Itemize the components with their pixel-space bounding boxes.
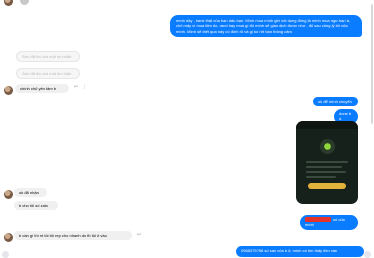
more-icon[interactable]: ⋮ bbox=[82, 84, 87, 90]
message-text: 0968375?58 số san của b ỏ, mình có tìm t… bbox=[241, 248, 338, 253]
success-icon bbox=[320, 139, 335, 154]
message-outgoing: mình dây , bank thật của bạn dấu bạn. Mì… bbox=[170, 15, 362, 37]
contact-avatar[interactable] bbox=[4, 233, 13, 242]
message-text: mình dây , bank thật của bạn dấu bạn. Mì… bbox=[176, 18, 351, 34]
message-text: chính chủ yên tâm b bbox=[20, 86, 57, 91]
message-text: Sơn đã thu hồi một tin nhắn bbox=[22, 54, 72, 59]
contact-avatar[interactable] bbox=[4, 86, 13, 95]
message-text: ok đã nhận bbox=[19, 190, 39, 195]
screenshot-line bbox=[306, 176, 336, 178]
message-text: b cần gì thì nt tôi tôi rep cho nhanh do… bbox=[19, 233, 107, 238]
message-outgoing: ok để mình chuyển bbox=[313, 97, 358, 107]
message-incoming: chính chủ yên tâm b bbox=[15, 84, 69, 94]
top-bar bbox=[0, 0, 374, 6]
message-text: done b ả bbox=[339, 111, 352, 122]
message-incoming: ok đã nhận bbox=[14, 188, 47, 198]
message-outgoing: số của mình bbox=[300, 215, 358, 230]
message-incoming: b cần gì thì nt tôi tôi rep cho nhanh do… bbox=[14, 231, 132, 241]
screenshot-header bbox=[296, 121, 358, 129]
contact-avatar[interactable] bbox=[4, 190, 13, 199]
reply-icon[interactable]: ↩ bbox=[137, 232, 141, 238]
image-message[interactable] bbox=[296, 121, 358, 204]
message-recalled: Sơn đã thu hồi một tin nhắn bbox=[16, 51, 80, 63]
screenshot-line bbox=[306, 166, 342, 168]
message-recalled: Sơn đã thu hồi một tin nhắn bbox=[16, 68, 80, 80]
message-outgoing: 0968375?58 số san của b ỏ, mình có tìm t… bbox=[236, 246, 364, 257]
message-text: ok để mình chuyển bbox=[318, 99, 352, 104]
scrollbar[interactable] bbox=[371, 4, 373, 124]
screenshot-line bbox=[306, 171, 346, 173]
header-icon[interactable] bbox=[20, 0, 29, 5]
reply-icon[interactable]: ↩ bbox=[74, 84, 78, 90]
screenshot-line bbox=[306, 161, 348, 163]
message-text: Sơn đã thu hồi một tin nhắn bbox=[22, 71, 72, 76]
message-incoming: b cho tôi số zalo bbox=[14, 201, 58, 211]
message-text: b cho tôi số zalo bbox=[19, 203, 48, 208]
contact-avatar-top[interactable] bbox=[4, 0, 13, 6]
screenshot-button bbox=[308, 183, 346, 189]
